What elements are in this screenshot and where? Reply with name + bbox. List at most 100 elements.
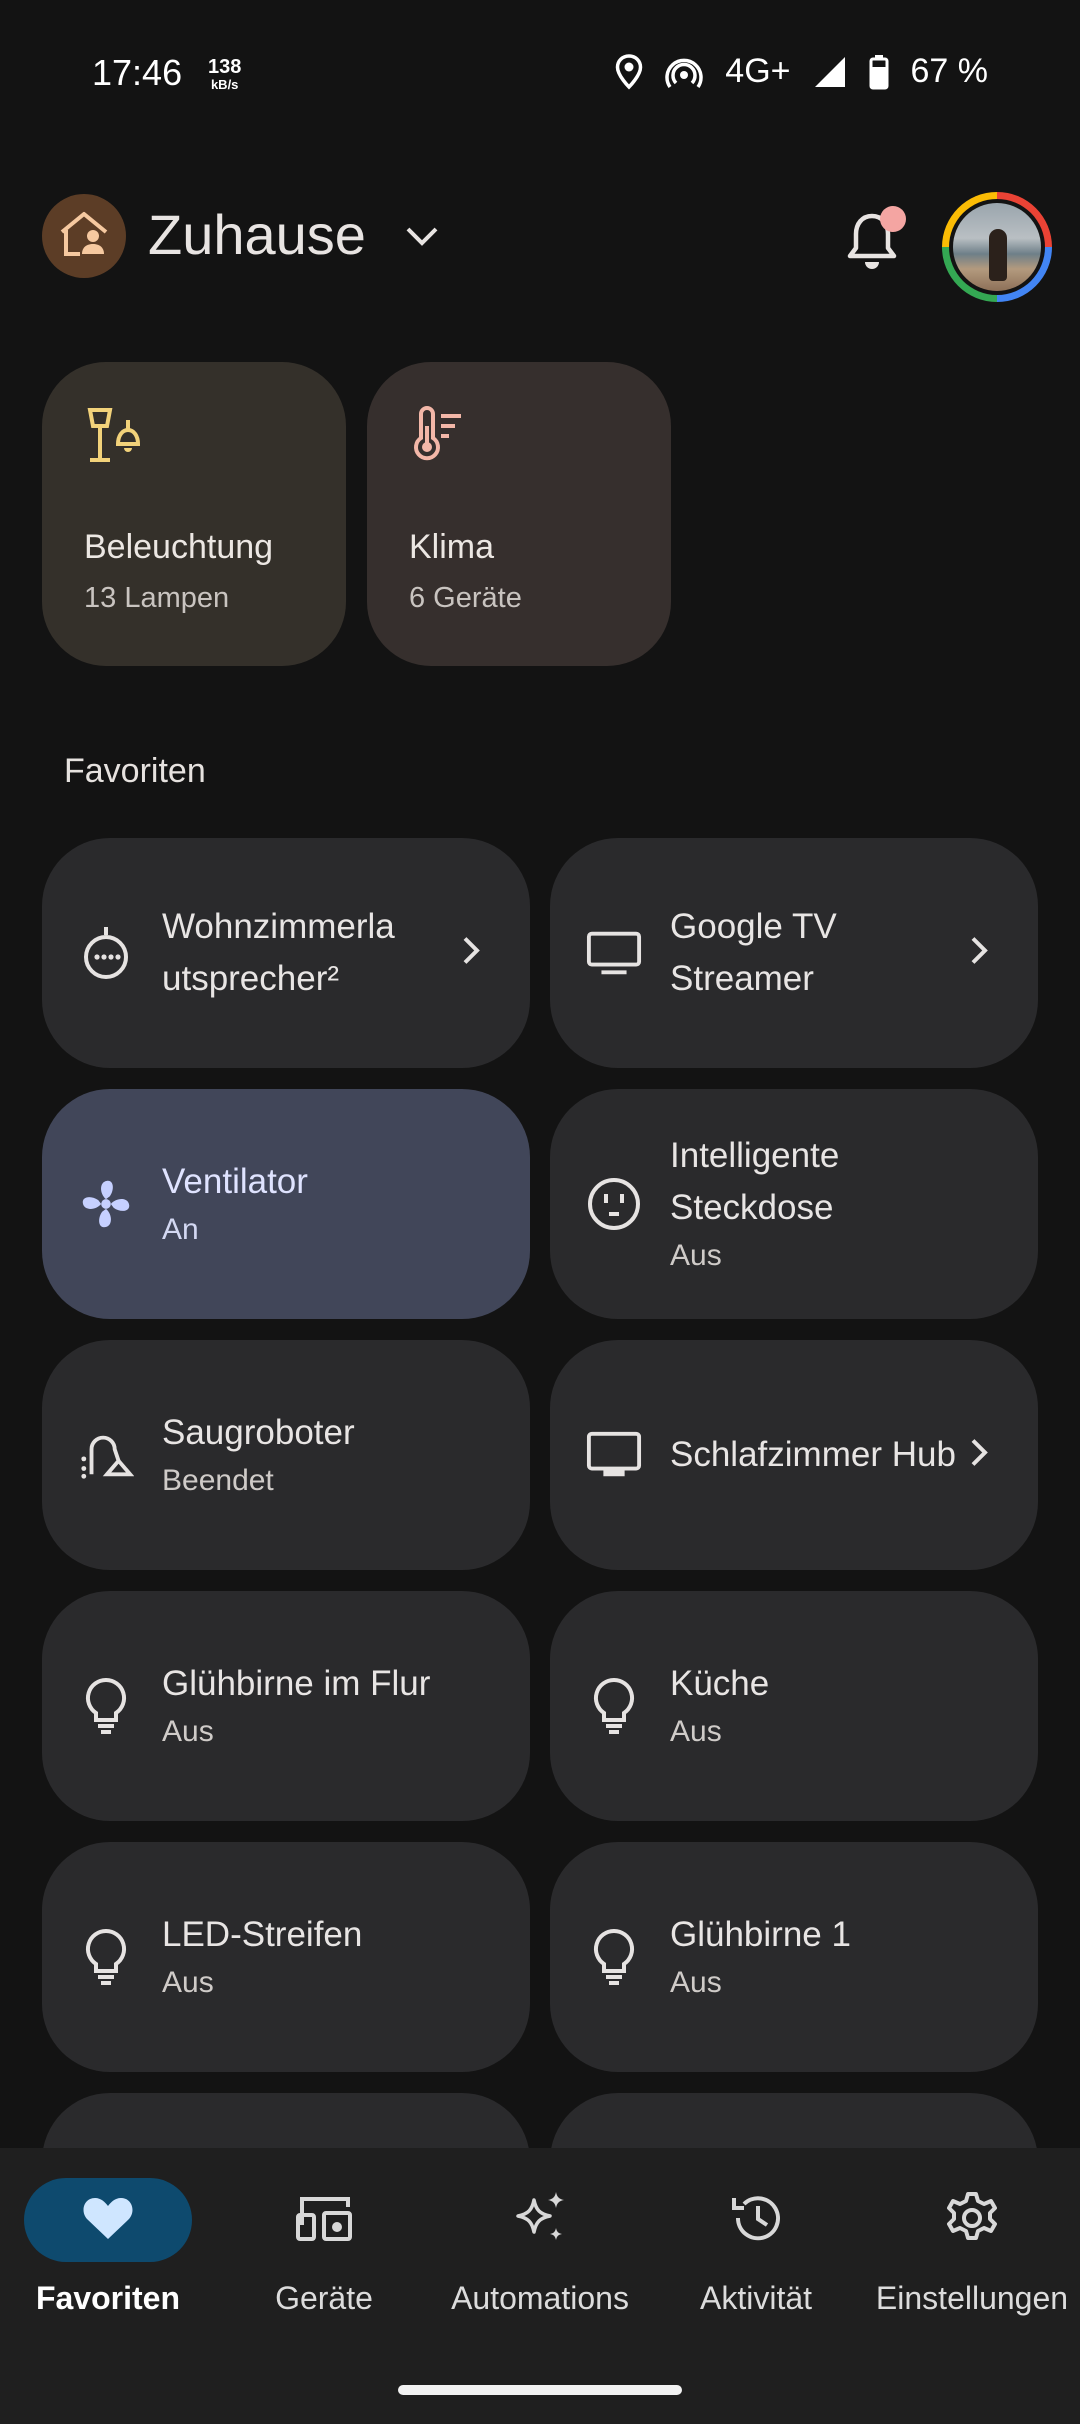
device-tile-led-strip[interactable]: LED-Streifen Aus bbox=[42, 1842, 530, 2072]
network-speed-value: 138 bbox=[208, 56, 242, 78]
tile-name: Glühbirne 1 bbox=[670, 1915, 851, 1954]
chevron-right-icon bbox=[964, 934, 994, 973]
hotspot-icon bbox=[665, 55, 704, 89]
lamp-icon bbox=[84, 406, 146, 473]
vacuum-icon bbox=[78, 1427, 134, 1483]
sparkle-icon bbox=[510, 2188, 570, 2253]
nav-label: Einstellungen bbox=[875, 2280, 1069, 2316]
status-icons: 4G+ 67 % bbox=[615, 52, 988, 91]
tile-name: Schlafzimmer Hub bbox=[670, 1435, 956, 1474]
network-type: 4G+ bbox=[725, 52, 791, 90]
nav-pill bbox=[888, 2178, 1056, 2262]
profile-avatar-ring bbox=[949, 199, 1045, 295]
category-card-climate[interactable]: Klima 6 Geräte bbox=[367, 362, 671, 666]
devices-icon bbox=[294, 2193, 354, 2248]
profile-photo bbox=[953, 203, 1041, 291]
nav-pill bbox=[240, 2178, 408, 2262]
status-time: 17:46 bbox=[92, 52, 183, 93]
device-tile-bulb-1[interactable]: Glühbirne 1 Aus bbox=[550, 1842, 1038, 2072]
tile-text: LED-Streifen Aus bbox=[162, 1909, 462, 2005]
battery-level: 67 % bbox=[910, 52, 989, 90]
signal-icon bbox=[813, 55, 847, 89]
tile-text: Intelligente Steckdose Aus bbox=[670, 1130, 970, 1278]
device-tile-smart-outlet[interactable]: Intelligente Steckdose Aus bbox=[550, 1089, 1038, 1319]
nav-pill bbox=[456, 2178, 624, 2262]
tile-status: Aus bbox=[162, 1966, 214, 1999]
chevron-down-icon[interactable] bbox=[402, 216, 442, 261]
tile-status: Aus bbox=[162, 1715, 214, 1748]
nav-item-settings[interactable]: Einstellungen bbox=[864, 2178, 1080, 2317]
tile-text: Küche Aus bbox=[670, 1658, 970, 1754]
tile-status: Aus bbox=[670, 1966, 722, 1999]
fan-icon bbox=[78, 1176, 134, 1232]
device-tile-robot-vacuum[interactable]: Saugroboter Beendet bbox=[42, 1340, 530, 1570]
google-home-favorites-screen: 17:46 138 kB/s 4G+ 67 % Zuhause Beleucht… bbox=[0, 0, 1080, 2424]
tile-name: Saugroboter bbox=[162, 1413, 355, 1452]
nav-label: Aktivität bbox=[699, 2280, 813, 2316]
status-bar: 17:46 138 kB/s 4G+ 67 % bbox=[0, 0, 1080, 150]
device-tile-bedroom-hub[interactable]: Schlafzimmer Hub bbox=[550, 1340, 1038, 1570]
category-subtitle: 6 Geräte bbox=[409, 582, 522, 614]
chevron-right-icon bbox=[456, 934, 486, 973]
bulb-icon bbox=[586, 1928, 642, 1985]
notification-dot bbox=[880, 206, 906, 232]
history-icon bbox=[728, 2190, 784, 2251]
category-title: Beleuchtung bbox=[84, 528, 274, 566]
network-speed: 138 kB/s bbox=[208, 56, 242, 94]
tile-name: Glühbirne im Flur bbox=[162, 1664, 431, 1703]
location-icon bbox=[615, 53, 643, 90]
tile-text: Google TV Streamer bbox=[670, 901, 970, 1005]
device-tile-kitchen[interactable]: Küche Aus bbox=[550, 1591, 1038, 1821]
outlet-icon bbox=[586, 1176, 642, 1232]
display-icon bbox=[586, 1427, 642, 1483]
tile-text: Saugroboter Beendet bbox=[162, 1407, 462, 1503]
favorites-heading: Favoriten bbox=[64, 752, 206, 790]
category-card-lighting[interactable]: Beleuchtung 13 Lampen bbox=[42, 362, 346, 666]
thermometer-icon bbox=[409, 406, 471, 473]
speaker-icon bbox=[78, 925, 134, 981]
device-tile-living-room-speaker[interactable]: Wohnzimmerla utsprecher² bbox=[42, 838, 530, 1068]
nav-label: Automations bbox=[451, 2280, 629, 2316]
tile-name: LED-Streifen bbox=[162, 1915, 363, 1954]
tile-name: Küche bbox=[670, 1664, 770, 1703]
heart-icon bbox=[82, 2195, 134, 2246]
gear-icon bbox=[944, 2190, 1000, 2251]
tile-text: Wohnzimmerla utsprecher² bbox=[162, 901, 462, 1005]
nav-pill bbox=[24, 2178, 192, 2262]
nav-item-favorites[interactable]: Favoriten bbox=[0, 2178, 216, 2317]
tile-status: Aus bbox=[670, 1239, 722, 1272]
category-subtitle: 13 Lampen bbox=[84, 582, 230, 614]
home-avatar[interactable] bbox=[42, 194, 126, 278]
profile-photo-figure bbox=[989, 229, 1007, 281]
tile-text: Glühbirne 1 Aus bbox=[670, 1909, 970, 2005]
device-tile-google-tv-streamer[interactable]: Google TV Streamer bbox=[550, 838, 1038, 1068]
gesture-home-indicator[interactable] bbox=[398, 2385, 682, 2395]
tile-name: Wohnzimmerla utsprecher² bbox=[162, 907, 395, 998]
tile-text: Glühbirne im Flur Aus bbox=[162, 1658, 462, 1754]
profile-avatar[interactable] bbox=[942, 192, 1052, 302]
tile-name: Ventilator bbox=[162, 1162, 308, 1201]
home-title[interactable]: Zuhause bbox=[148, 202, 366, 267]
nav-item-automations[interactable]: Automations bbox=[432, 2178, 648, 2317]
bulb-icon bbox=[78, 1928, 134, 1985]
tile-text: Schlafzimmer Hub bbox=[670, 1429, 970, 1481]
device-tile-fan[interactable]: Ventilator An bbox=[42, 1089, 530, 1319]
category-title: Klima bbox=[409, 528, 495, 566]
battery-icon bbox=[869, 54, 889, 90]
nav-item-activity[interactable]: Aktivität bbox=[648, 2178, 864, 2317]
home-header: Zuhause bbox=[42, 192, 1052, 302]
device-tile-hallway-bulb[interactable]: Glühbirne im Flur Aus bbox=[42, 1591, 530, 1821]
bottom-navigation: Favoriten Geräte Automations Aktivität E… bbox=[0, 2148, 1080, 2424]
tile-status: Beendet bbox=[162, 1464, 274, 1497]
nav-label: Geräte bbox=[275, 2280, 373, 2316]
tile-name: Intelligente Steckdose bbox=[670, 1136, 840, 1227]
tile-text: Ventilator An bbox=[162, 1156, 462, 1252]
network-speed-unit: kB/s bbox=[210, 77, 239, 92]
nav-pill bbox=[672, 2178, 840, 2262]
tile-name: Google TV Streamer bbox=[670, 907, 837, 998]
tile-status: Aus bbox=[670, 1715, 722, 1748]
nav-item-devices[interactable]: Geräte bbox=[216, 2178, 432, 2317]
tile-status: An bbox=[162, 1213, 199, 1246]
bulb-icon bbox=[586, 1677, 642, 1734]
nav-label: Favoriten bbox=[35, 2280, 181, 2316]
